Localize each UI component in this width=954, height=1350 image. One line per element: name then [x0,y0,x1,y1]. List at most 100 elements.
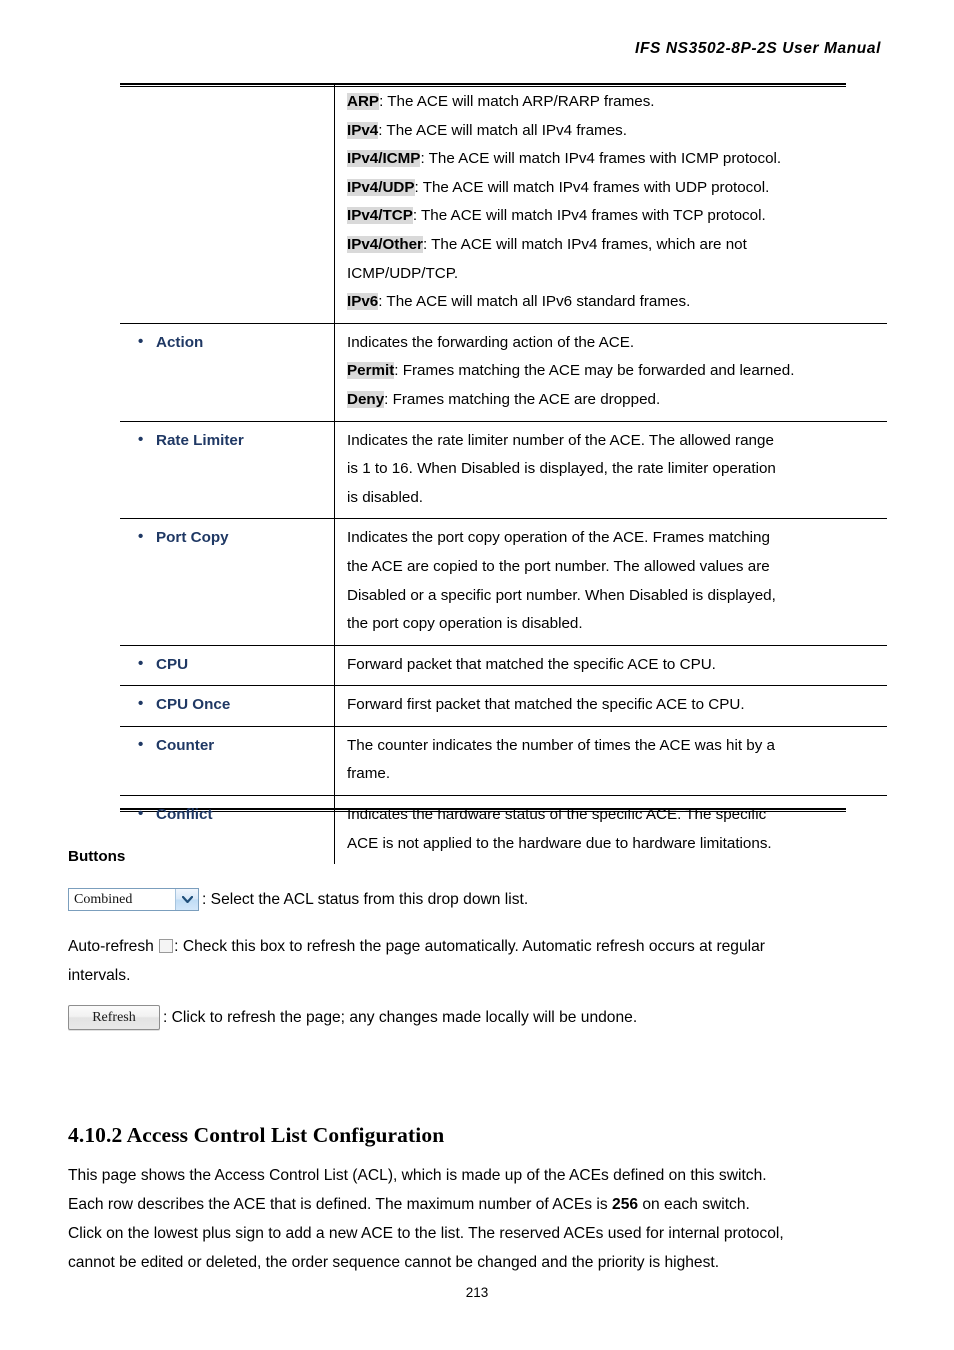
table-row-label-cell: Action [120,322,335,422]
acl-status-select-value: Combined [74,892,133,907]
running-header: IFS NS3502-8P-2S User Manual [635,40,881,57]
page-number: 213 [465,1285,489,1300]
description-line: frame. [347,760,881,789]
description-text: Indicates the port copy operation of the… [347,529,770,547]
paragraph-line-2c: on each switch. [638,1196,750,1213]
table-row-label-cell: CPU [120,644,335,686]
description-line: the port copy operation is disabled. [347,610,881,639]
description-line: IPv4/UDP: The ACE will match IPv4 frames… [347,174,881,203]
description-text: Forward first packet that matched the sp… [347,696,745,714]
table-row-description-cell: The counter indicates the number of time… [334,725,887,796]
description-text: the port copy operation is disabled. [347,615,583,633]
table-row-description-cell: ARP: The ACE will match ARP/RARP frames.… [335,83,888,323]
description-line: Forward first packet that matched the sp… [347,691,881,720]
auto-refresh-line-1: Auto-refresh : Check this box to refresh… [68,932,888,961]
parameter-label: Rate Limiter [134,426,326,456]
description-text: : The ACE will match IPv4 frames with TC… [412,207,766,225]
table-row: Port Copy Indicates the port copy operati… [120,518,887,646]
parameter-label: CPU Once [134,690,326,720]
description-text: : Frames matching the ACE may be forward… [394,362,795,380]
description-line: IPv6: The ACE will match all IPv6 standa… [347,288,881,317]
parameter-description-table: ARP: The ACE will match ARP/RARP frames.… [120,83,888,865]
table-row: CPU Forward packet that matched the speci… [120,644,887,686]
acl-status-select[interactable]: Combined [68,888,199,911]
parameter-label: Action [134,328,326,358]
table-row: Conflict Indicates the hardware status of… [120,795,887,865]
description-text: frame. [347,765,391,783]
description-line: Deny: Frames matching the ACE are droppe… [347,386,881,415]
description-line: IPv4: The ACE will match all IPv4 frames… [347,117,881,146]
parameter-label: Counter [134,731,326,761]
description-line: ARP: The ACE will match ARP/RARP frames. [347,88,881,117]
paragraph-line-2: Each row describes the ACE that is defin… [68,1190,886,1219]
auto-refresh-description: : Check this box to refresh the page aut… [174,938,765,955]
section-paragraph: This page shows the Access Control List … [68,1161,886,1277]
keyword-highlight: IPv6 [347,293,379,311]
table-row-label-cell: Counter [120,725,335,796]
table-row-description-cell: Indicates the forwarding action of the A… [334,322,887,422]
description-text: : The ACE will match IPv4 frames, which … [422,235,747,253]
acl-status-row: Combined : Select the ACL status from th… [68,885,528,914]
keyword-highlight: Permit [347,362,395,380]
buttons-heading: Buttons [68,848,126,865]
table-row-description-cell: Forward packet that matched the specific… [334,644,887,686]
paragraph-line-1: This page shows the Access Control List … [68,1167,767,1184]
keyword-highlight: IPv4/ICMP [347,150,421,168]
description-text: : The ACE will match ARP/RARP frames. [379,93,655,110]
description-text: : The ACE will match IPv4 frames with UD… [414,178,770,196]
table-row-label-cell: CPU Once [120,685,335,727]
table-row: CPU Once Forward first packet that matche… [120,685,887,727]
description-line: Indicates the rate limiter number of the… [347,427,881,456]
description-text: ICMP/UDP/TCP. [347,264,459,282]
table-row-description-cell: Forward first packet that matched the sp… [334,685,887,727]
description-text: Forward packet that matched the specific… [347,655,716,673]
description-text: : The ACE will match IPv4 frames with IC… [420,150,782,168]
table-row-label-cell: Port Copy [120,518,335,646]
refresh-button[interactable]: Refresh [68,1005,160,1030]
table-body: ARP: The ACE will match ARP/RARP frames.… [120,83,888,865]
table-row-label-cell [120,83,335,324]
paragraph-line-2a: Each row describes the ACE that is defin… [68,1196,613,1213]
description-line: ICMP/UDP/TCP. [347,260,881,289]
auto-refresh-checkbox[interactable] [159,939,174,953]
parameter-label: Port Copy [134,523,326,553]
keyword-highlight: ARP [347,93,380,110]
table-row-description-cell: Indicates the port copy operation of the… [334,518,887,646]
auto-refresh-row: Auto-refresh : Check this box to refresh… [68,932,888,990]
description-text: : Frames matching the ACE are dropped. [384,390,661,408]
auto-refresh-line-2: intervals. [68,967,131,984]
paragraph-line-4: cannot be edited or deleted, the order s… [68,1254,720,1271]
table-row-description-cell: Indicates the hardware status of the spe… [334,795,887,865]
table-row: Counter The counter indicates the number … [120,725,887,796]
keyword-highlight: IPv4/UDP [347,178,415,196]
description-line: IPv4/Other: The ACE will match IPv4 fram… [347,231,881,260]
section-heading: 4.10.2 Access Control List Configuration [68,1123,445,1147]
keyword-highlight: IPv4 [347,121,379,139]
description-text: is disabled. [347,488,423,506]
description-line: Indicates the hardware status of the spe… [347,801,881,830]
refresh-description: : Click to refresh the page; any changes… [163,1009,638,1026]
description-text: Indicates the forwarding action of the A… [347,333,635,351]
description-line: is 1 to 16. When Disabled is displayed, … [347,455,881,484]
keyword-highlight: IPv4/TCP [347,207,413,225]
description-line: Indicates the port copy operation of the… [347,524,881,553]
description-line: the ACE are copied to the port number. T… [347,553,881,582]
chevron-down-icon[interactable] [175,889,198,910]
description-text: The counter indicates the number of time… [347,736,776,754]
table-row-label-cell: Rate Limiter [120,420,335,519]
description-line: IPv4/TCP: The ACE will match IPv4 frames… [347,202,881,231]
table-row: Rate Limiter Indicates the rate limiter n… [120,420,887,519]
keyword-highlight: IPv4/Other [347,235,423,253]
description-line: Indicates the forwarding action of the A… [347,329,881,358]
description-text: the ACE are copied to the port number. T… [347,557,770,575]
max-ace-count: 256 [612,1196,639,1213]
description-line: Forward packet that matched the specific… [347,651,881,680]
description-text: Disabled or a specific port number. When… [347,586,776,604]
description-text: ACE is not applied to the hardware due t… [347,834,772,852]
description-text: Indicates the rate limiter number of the… [347,431,774,449]
description-line: Permit: Frames matching the ACE may be f… [347,357,881,386]
auto-refresh-label: Auto-refresh [68,938,154,955]
description-line: ACE is not applied to the hardware due t… [347,830,881,859]
description-line: The counter indicates the number of time… [347,732,881,761]
refresh-row: Refresh : Click to refresh the page; any… [68,1003,637,1032]
